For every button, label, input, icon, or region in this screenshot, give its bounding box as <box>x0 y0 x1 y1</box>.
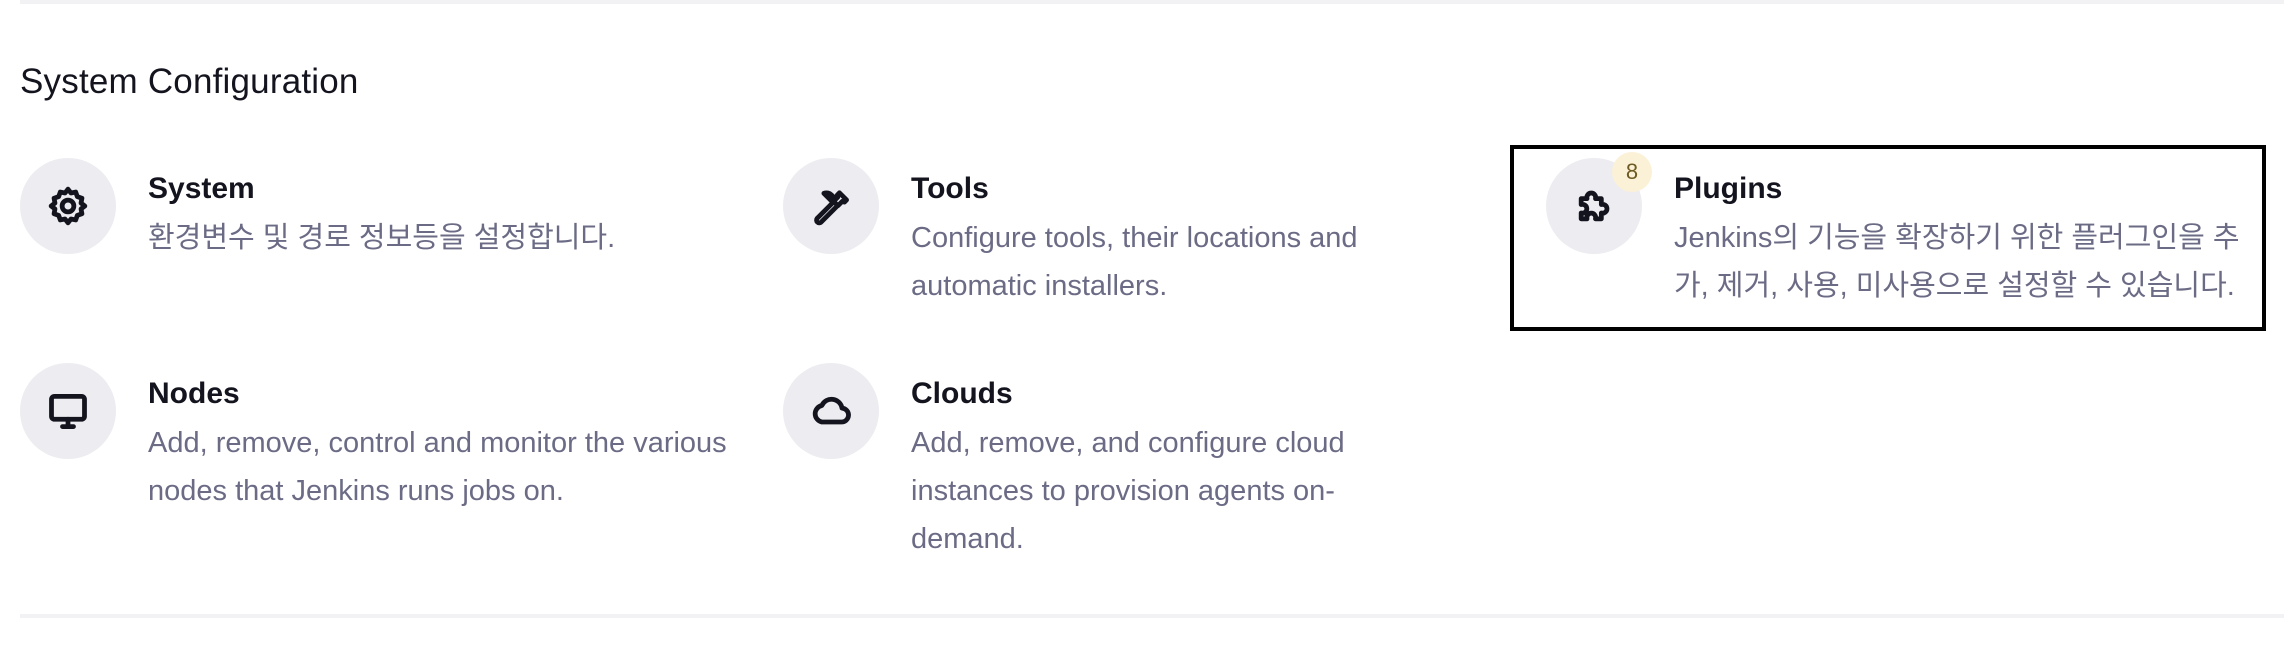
nodes-title: Nodes <box>148 377 240 410</box>
monitor-icon <box>20 363 116 459</box>
top-divider <box>20 0 2284 4</box>
hammer-icon <box>783 158 879 254</box>
tools-item[interactable]: Tools Configure tools, their locations a… <box>783 158 1483 308</box>
nodes-item[interactable]: Nodes Add, remove, control and monitor t… <box>20 363 727 513</box>
clouds-description: Add, remove, and configure cloud instanc… <box>911 427 1345 555</box>
bottom-divider <box>20 614 2284 618</box>
gear-icon <box>20 158 116 254</box>
system-item[interactable]: System 환경변수 및 경로 정보등을 설정합니다. <box>20 158 720 298</box>
tools-description: Configure tools, their locations and aut… <box>911 222 1358 302</box>
nodes-description: Add, remove, control and monitor the var… <box>148 427 727 507</box>
section-title: System Configuration <box>20 62 359 101</box>
clouds-item[interactable]: Clouds Add, remove, and configure cloud … <box>783 363 1483 563</box>
plugins-focus-outline <box>1510 145 2266 331</box>
tools-title: Tools <box>911 172 989 205</box>
clouds-title: Clouds <box>911 377 1013 410</box>
system-title: System <box>148 172 255 205</box>
cloud-icon <box>783 363 879 459</box>
system-description: 환경변수 및 경로 정보등을 설정합니다. <box>148 222 616 254</box>
